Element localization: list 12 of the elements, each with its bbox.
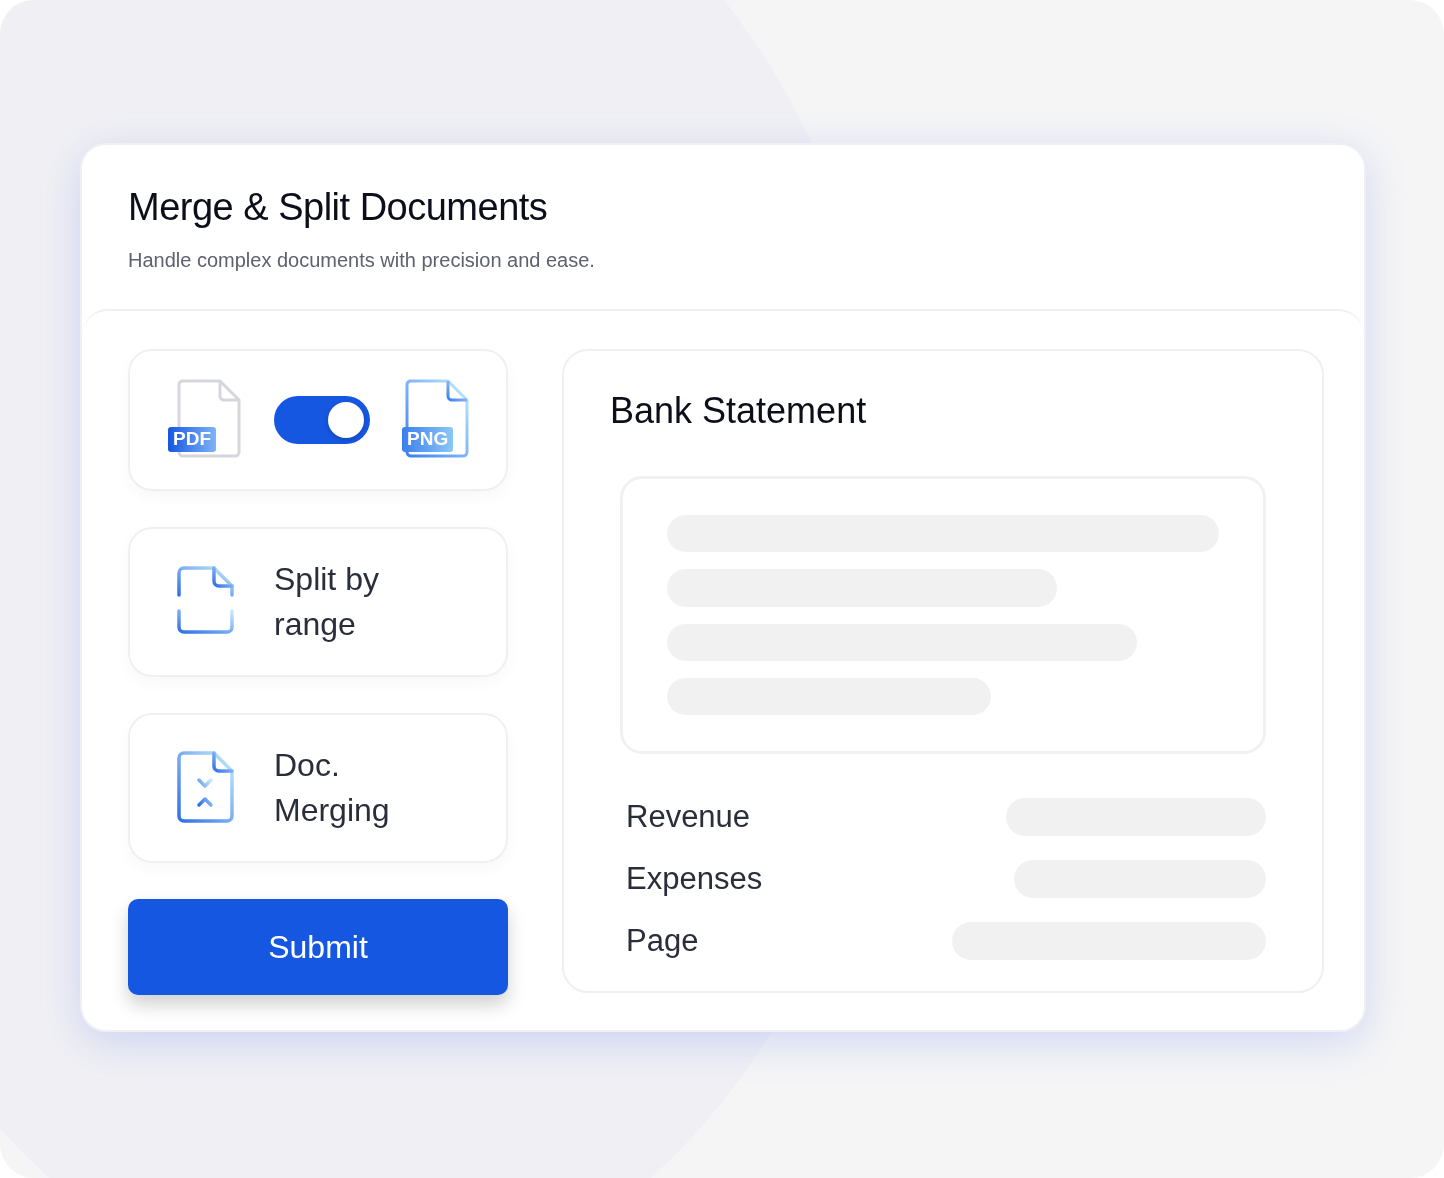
option-label: Split by range [274, 560, 380, 644]
subtitle: Handle complex documents with precision and ease. [128, 247, 596, 273]
field-label: Expenses [626, 859, 763, 898]
submit-button[interactable]: Submit [128, 899, 508, 995]
field-label: Revenue [626, 797, 751, 836]
toggle-switch[interactable] [274, 396, 370, 444]
preview-title: Bank Statement [610, 389, 868, 433]
option-card[interactable]: Split by range [128, 527, 508, 677]
title: Merge & Split Documents [128, 185, 549, 230]
field-label: Page [626, 921, 699, 960]
option-card[interactable]: Doc. Merging [128, 713, 508, 863]
option-label: Doc. Merging [274, 746, 391, 830]
